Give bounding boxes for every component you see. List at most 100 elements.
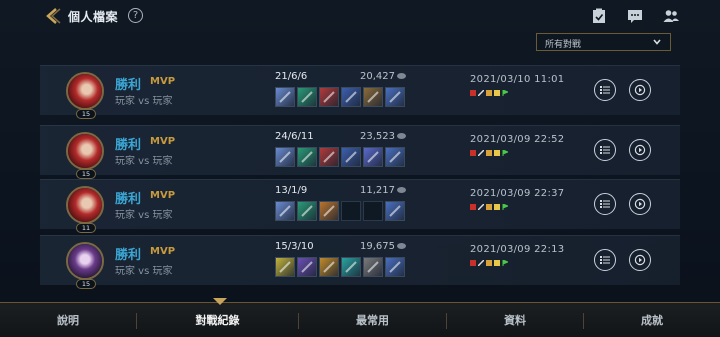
- match-replay-button[interactable]: [629, 249, 651, 271]
- match-replay-button[interactable]: [629, 193, 651, 215]
- item-icon: [363, 257, 383, 277]
- flag-badge-icon: [502, 260, 508, 266]
- item-icon: [385, 201, 405, 221]
- tower-badge-icon: [486, 150, 492, 156]
- gold-badge-icon: [494, 204, 500, 210]
- hero-avatar: [66, 72, 104, 110]
- gold-amount: 11,217: [360, 185, 395, 196]
- assist-badge-icon: [478, 150, 484, 156]
- item-icon: [319, 257, 339, 277]
- mvp-label: MVP: [150, 76, 176, 87]
- kill-badge-icon: [470, 150, 476, 156]
- tab-description[interactable]: 說明: [0, 303, 136, 337]
- match-details-button[interactable]: [594, 249, 616, 271]
- item-icon: [363, 87, 383, 107]
- match-date: 2021/03/09 22:37: [470, 188, 565, 199]
- item-build: [275, 147, 405, 167]
- gold-value: 23,523: [360, 131, 406, 142]
- hero-avatar: [66, 186, 104, 224]
- filter-selected-label: 所有對戰: [545, 40, 582, 50]
- match-details-button[interactable]: [594, 79, 616, 101]
- item-icon: [319, 147, 339, 167]
- match-date: 2021/03/09 22:13: [470, 244, 565, 255]
- gold-badge-icon: [494, 150, 500, 156]
- mvp-label: MVP: [150, 136, 176, 147]
- match-row[interactable]: 15 勝利 MVP 玩家 vs 玩家 24/6/11 23,523 2021/0…: [40, 125, 680, 179]
- replay-icon: [634, 254, 646, 266]
- help-icon[interactable]: ?: [128, 8, 143, 23]
- gold-amount: 20,427: [360, 71, 395, 82]
- replay-icon: [634, 144, 646, 156]
- item-icon: [319, 201, 339, 221]
- item-icon: [275, 201, 295, 221]
- match-replay-button[interactable]: [629, 139, 651, 161]
- item-icon: [275, 147, 295, 167]
- kill-badge-icon: [470, 260, 476, 266]
- match-result: 勝利: [115, 248, 142, 263]
- item-icon: [341, 257, 361, 277]
- gold-badge-icon: [494, 90, 500, 96]
- gold-coin-icon: [397, 243, 406, 249]
- assist-badge-icon: [478, 204, 484, 210]
- flag-badge-icon: [502, 150, 508, 156]
- match-badges: [470, 90, 508, 96]
- back-icon[interactable]: [44, 7, 64, 25]
- match-badges: [470, 204, 508, 210]
- tab-most-used[interactable]: 最常用: [299, 303, 446, 337]
- match-row[interactable]: 15 勝利 MVP 玩家 vs 玩家 21/6/6 20,427 2021/03…: [40, 65, 680, 119]
- item-icon: [385, 147, 405, 167]
- match-mode: 玩家 vs 玩家: [115, 266, 173, 277]
- match-date: 2021/03/09 22:52: [470, 134, 565, 145]
- empty-item-slot: [363, 201, 383, 221]
- hero-level-badge: 15: [76, 169, 96, 179]
- match-details-button[interactable]: [594, 139, 616, 161]
- gold-coin-icon: [397, 133, 406, 139]
- clipboard-icon[interactable]: [590, 7, 608, 25]
- kill-badge-icon: [470, 204, 476, 210]
- item-icon: [297, 201, 317, 221]
- match-row[interactable]: 15 勝利 MVP 玩家 vs 玩家 15/3/10 19,675 2021/0…: [40, 235, 680, 289]
- match-mode: 玩家 vs 玩家: [115, 156, 173, 167]
- assist-badge-icon: [478, 90, 484, 96]
- assist-badge-icon: [478, 260, 484, 266]
- match-result: 勝利: [115, 192, 142, 207]
- gold-coin-icon: [397, 187, 406, 193]
- bottom-tab-bar: 說明 對戰紀錄 最常用 資料 成就: [0, 302, 720, 337]
- match-result: 勝利: [115, 78, 142, 93]
- match-details-button[interactable]: [594, 193, 616, 215]
- flag-badge-icon: [502, 204, 508, 210]
- active-tab-indicator: [213, 298, 227, 305]
- tower-badge-icon: [486, 204, 492, 210]
- gold-amount: 19,675: [360, 241, 395, 252]
- tower-badge-icon: [486, 90, 492, 96]
- tab-achievements[interactable]: 成就: [584, 303, 720, 337]
- kill-badge-icon: [470, 90, 476, 96]
- gold-amount: 23,523: [360, 131, 395, 142]
- gold-value: 11,217: [360, 185, 406, 196]
- kda-value: 24/6/11: [275, 131, 314, 142]
- replay-icon: [634, 198, 646, 210]
- friends-icon[interactable]: [662, 7, 680, 25]
- item-icon: [319, 87, 339, 107]
- list-icon: [600, 146, 610, 154]
- match-date: 2021/03/10 11:01: [470, 74, 565, 85]
- hero-level-badge: 15: [76, 279, 96, 289]
- page-title: 個人檔案: [68, 10, 119, 24]
- item-icon: [297, 87, 317, 107]
- item-build: [275, 87, 405, 107]
- hero-level-badge: 15: [76, 109, 96, 119]
- item-icon: [341, 147, 361, 167]
- item-icon: [385, 257, 405, 277]
- hero-avatar: [66, 242, 104, 280]
- kda-value: 13/1/9: [275, 185, 308, 196]
- item-build: [275, 201, 405, 221]
- match-filter-dropdown[interactable]: 所有對戰: [536, 33, 671, 51]
- match-mode: 玩家 vs 玩家: [115, 210, 173, 221]
- match-replay-button[interactable]: [629, 79, 651, 101]
- chat-icon[interactable]: [626, 7, 644, 25]
- match-row[interactable]: 11 勝利 MVP 玩家 vs 玩家 13/1/9 11,217 2021/03…: [40, 179, 680, 233]
- tab-match-history[interactable]: 對戰紀錄: [137, 303, 298, 337]
- tab-stats[interactable]: 資料: [447, 303, 583, 337]
- item-icon: [363, 147, 383, 167]
- match-result: 勝利: [115, 138, 142, 153]
